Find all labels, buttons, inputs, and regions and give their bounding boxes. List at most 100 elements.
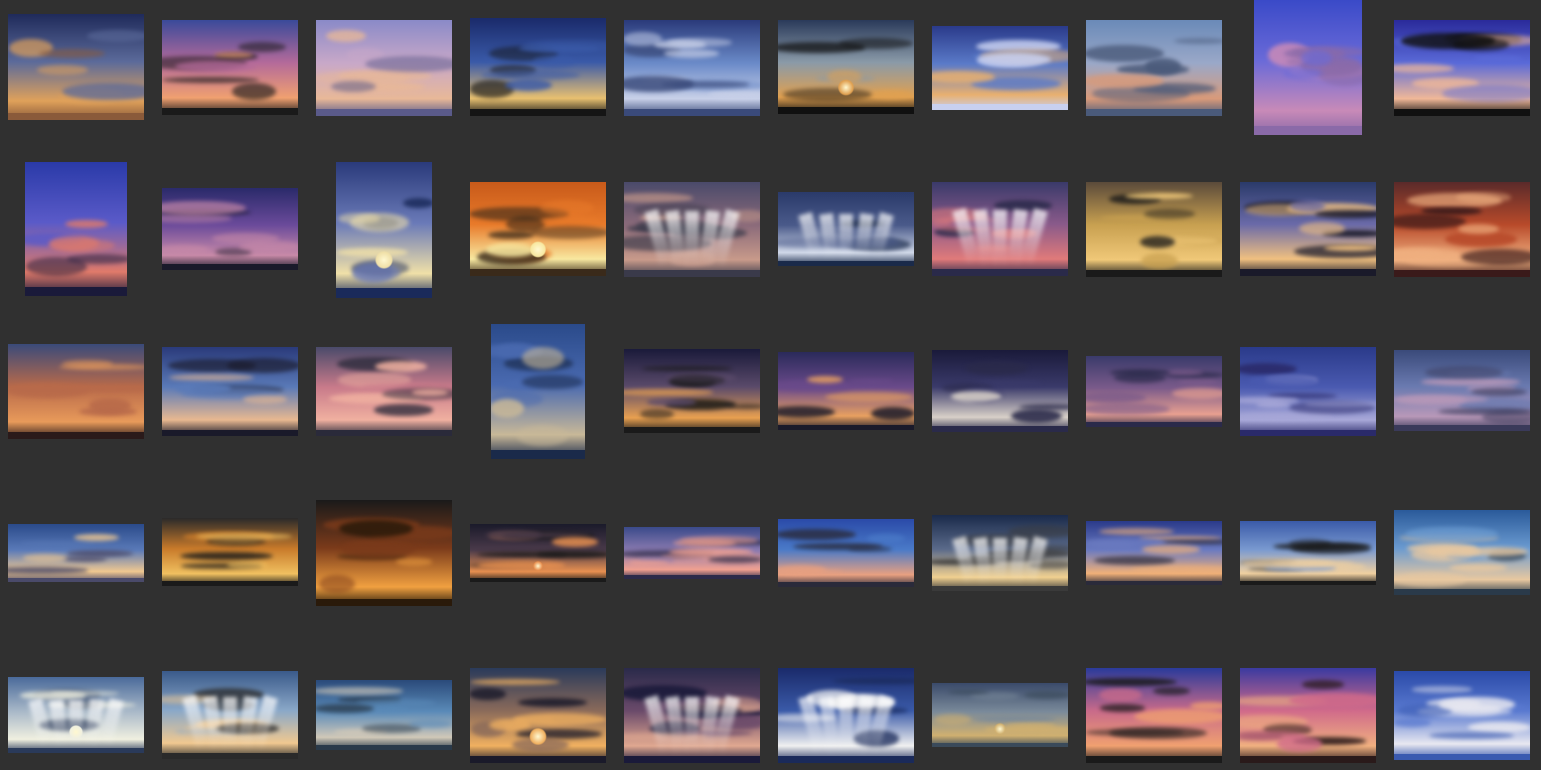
gallery-thumbnail[interactable] xyxy=(162,347,298,436)
cloud-shape xyxy=(642,365,732,372)
gallery-thumbnail[interactable] xyxy=(8,344,144,439)
cloud-shape xyxy=(1411,686,1472,693)
cloud-shape xyxy=(536,551,606,558)
cloud-shape xyxy=(238,240,298,252)
horizon-ground xyxy=(470,756,606,763)
cloud-shape xyxy=(1455,192,1512,203)
gallery-thumbnail[interactable] xyxy=(336,162,432,298)
gallery-thumbnail[interactable] xyxy=(162,188,298,270)
gallery-thumbnail[interactable] xyxy=(1086,182,1222,277)
cloud-shape xyxy=(1098,687,1142,703)
cloud-shape xyxy=(522,346,565,369)
cloud-shape xyxy=(667,37,733,47)
gallery-thumbnail[interactable] xyxy=(8,14,144,120)
gallery-thumbnail[interactable] xyxy=(778,668,914,763)
gallery-thumbnail[interactable] xyxy=(470,182,606,276)
sun-disc xyxy=(994,723,1006,735)
cloud-shape xyxy=(340,539,416,559)
gallery-thumbnail[interactable] xyxy=(624,349,760,433)
cloud-shape xyxy=(213,51,253,59)
cloud-shape xyxy=(1144,58,1182,75)
cloud-shape xyxy=(1172,388,1222,399)
cloud-shape xyxy=(62,385,144,393)
gallery-thumbnail[interactable] xyxy=(316,680,452,750)
cloud-shape xyxy=(1394,395,1488,403)
gallery-thumbnail[interactable] xyxy=(778,192,914,266)
gallery-thumbnail[interactable] xyxy=(624,182,760,277)
gallery-thumbnail[interactable] xyxy=(1240,668,1376,763)
gallery-thumbnail[interactable] xyxy=(316,347,452,436)
light-ray xyxy=(69,699,83,746)
gallery-thumbnail[interactable] xyxy=(1086,668,1222,763)
cloud-shape xyxy=(1141,545,1201,554)
cloud-shape xyxy=(1439,697,1516,712)
gallery-thumbnail[interactable] xyxy=(162,20,298,115)
cloud-shape xyxy=(1290,199,1326,212)
gallery-thumbnail[interactable] xyxy=(1394,671,1530,760)
cloud-shape xyxy=(242,395,288,404)
cloud-shape xyxy=(977,53,1052,66)
horizon-ground xyxy=(470,577,606,582)
cloud-shape xyxy=(331,80,376,92)
gallery-thumbnail[interactable] xyxy=(932,515,1068,591)
cloud-shape xyxy=(532,55,575,68)
cloud-shape xyxy=(669,375,726,386)
horizon-ground xyxy=(624,427,760,433)
gallery-thumbnail[interactable] xyxy=(162,518,298,586)
gallery-thumbnail[interactable] xyxy=(1394,350,1530,431)
gallery-thumbnail[interactable] xyxy=(470,524,606,582)
horizon-ground xyxy=(932,104,1068,110)
gallery-thumbnail[interactable] xyxy=(1240,347,1376,436)
gallery-thumbnail[interactable] xyxy=(1254,0,1362,135)
cloud-shape xyxy=(226,559,268,570)
gallery-thumbnail[interactable] xyxy=(8,677,144,753)
gallery-thumbnail[interactable] xyxy=(1394,182,1530,277)
sky-gradient xyxy=(25,162,127,296)
gallery-thumbnail[interactable] xyxy=(624,668,760,763)
horizon-ground xyxy=(25,286,127,296)
gallery-thumbnail[interactable] xyxy=(470,18,606,116)
horizon-ground xyxy=(8,577,144,582)
gallery-thumbnail[interactable] xyxy=(1394,510,1530,595)
horizon-ground xyxy=(1394,425,1530,431)
gallery-thumbnail[interactable] xyxy=(1086,20,1222,116)
gallery-thumbnail[interactable] xyxy=(932,350,1068,432)
gallery-thumbnail[interactable] xyxy=(1240,182,1376,276)
gallery-thumbnail[interactable] xyxy=(316,500,452,606)
gallery-thumbnail[interactable] xyxy=(932,26,1068,110)
gallery-thumbnail[interactable] xyxy=(491,324,585,459)
gallery-thumbnail[interactable] xyxy=(778,20,914,114)
horizon-ground xyxy=(162,264,298,270)
horizon-ground xyxy=(1254,125,1362,135)
gallery-thumbnail[interactable] xyxy=(932,182,1068,276)
cloud-shape xyxy=(478,561,566,570)
horizon-ground xyxy=(8,432,144,439)
cloud-shape xyxy=(1100,704,1145,712)
gallery-thumbnail[interactable] xyxy=(778,352,914,430)
gallery-thumbnail[interactable] xyxy=(316,20,452,116)
cloud-shape xyxy=(470,687,506,701)
light-ray xyxy=(685,210,699,268)
gallery-thumbnail[interactable] xyxy=(1086,521,1222,585)
cloud-shape xyxy=(1093,555,1176,565)
gallery-thumbnail[interactable] xyxy=(624,527,760,579)
horizon-ground xyxy=(778,582,914,587)
horizon-ground xyxy=(1240,429,1376,436)
horizon-ground xyxy=(1086,580,1222,585)
cloud-shape xyxy=(8,567,88,574)
gallery-thumbnail[interactable] xyxy=(8,524,144,582)
gallery-thumbnail[interactable] xyxy=(778,519,914,587)
cloud-shape xyxy=(783,87,873,101)
gallery-thumbnail[interactable] xyxy=(1240,521,1376,585)
gallery-thumbnail[interactable] xyxy=(470,668,606,763)
gallery-thumbnail[interactable] xyxy=(624,20,760,116)
horizon-ground xyxy=(162,429,298,436)
cloud-shape xyxy=(1125,192,1193,199)
gallery-thumbnail[interactable] xyxy=(162,671,298,759)
gallery-thumbnail[interactable] xyxy=(932,683,1068,747)
gallery-thumbnail[interactable] xyxy=(1394,20,1530,116)
horizon-ground xyxy=(932,269,1068,276)
gallery-thumbnail[interactable] xyxy=(25,162,127,296)
cloud-shape xyxy=(792,542,884,550)
gallery-thumbnail[interactable] xyxy=(1086,356,1222,427)
